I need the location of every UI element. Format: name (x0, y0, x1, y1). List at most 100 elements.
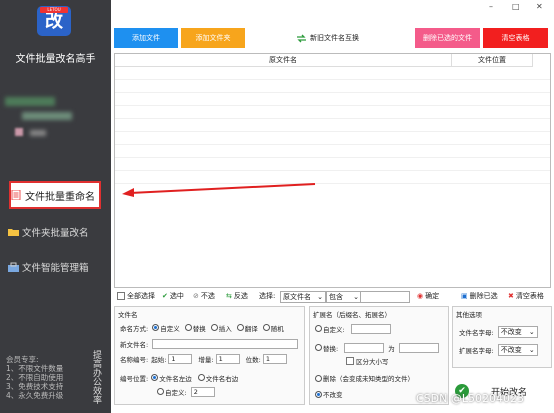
mode-random-radio[interactable]: 随机 (262, 323, 284, 333)
ext-custom-radio[interactable]: 自定义: (315, 324, 345, 334)
invert-label: 反选 (233, 292, 248, 300)
clear-table-button[interactable]: 清空表格 (483, 28, 548, 48)
new-name-input[interactable] (152, 339, 299, 349)
swap-names-label: 新旧文件名互换 (310, 34, 359, 42)
new-name-label: 新文件名: (120, 341, 149, 349)
delete-icon: ▣ (461, 292, 468, 300)
logo-tag: LETOU (40, 7, 68, 13)
blurred-account-info (5, 97, 55, 106)
nav-file-rename-label: 文件批量重命名 (25, 191, 95, 203)
ext-custom-input[interactable] (350, 324, 391, 334)
deselect-button[interactable]: ⊘ 不选 (193, 291, 215, 301)
close-button[interactable]: ✕ (536, 2, 543, 11)
member-item: 1、不限文件数量 (6, 364, 64, 373)
blurred-username (30, 130, 46, 136)
grid-line (115, 144, 550, 145)
extension-panel-title: 扩展名（后缀名、拓展名） (313, 311, 391, 319)
start-label: 起始: (151, 356, 167, 364)
mode-custom-radio[interactable]: 自定义 (152, 323, 180, 333)
selection-toolbar: 全部选择 ✔ 选中 ⊘ 不选 ⇆ 反选 选择: 原文件名 ⌄ 包含 ⌄ ◉ 确定… (114, 290, 554, 304)
swap-names-button[interactable]: 新旧文件名互换 (296, 31, 359, 45)
ext-nochange-label: 不改变 (323, 391, 343, 399)
mode-translate-radio[interactable]: 翻译 (236, 323, 258, 333)
position-right-radio[interactable]: 文件名右边 (197, 373, 238, 383)
filename-panel-title: 文件名 (118, 311, 138, 319)
replace-for-label: 为 (388, 345, 395, 353)
select-all-label: 全部选择 (127, 292, 155, 300)
add-file-button[interactable]: 添加文件 (114, 28, 178, 48)
name-case-label: 文件名字母: (459, 329, 494, 337)
ext-delete-radio[interactable]: 删除（会变成未知类型的文件） (315, 373, 414, 383)
select-button[interactable]: ✔ 选中 (162, 291, 184, 301)
nav-smart-manager-label: 文件智能管理箱 (22, 263, 89, 274)
grid-line (115, 118, 550, 119)
digits-input[interactable]: 1 (262, 354, 287, 364)
clear-table-label: 清空表格 (515, 292, 544, 300)
column-header-file-location[interactable]: 文件位置 (452, 54, 533, 67)
chevron-down-icon: ⌄ (528, 328, 535, 336)
confirm-icon: ◉ (417, 292, 424, 300)
other-options-title: 其他选项 (456, 311, 482, 319)
name-case-dropdown[interactable]: 不改变 ⌄ (497, 326, 538, 338)
add-folder-button[interactable]: 添加文件夹 (181, 28, 245, 48)
extension-panel: 扩展名（后缀名、拓展名） 自定义: 替换: 为 区分大小写 删除（会变成未知类型… (309, 306, 449, 405)
sidebar: 改 LETOU 文件批量改名高手 文件批量重命名 文件夹批量改名 文件智能管理箱… (0, 0, 111, 413)
select-all-checkbox[interactable]: 全部选择 (117, 291, 155, 301)
file-table[interactable]: 原文件名 文件位置 (114, 53, 551, 288)
chevron-down-icon: ⌄ (353, 293, 359, 301)
delete-selected-files-button[interactable]: 删除已选的文件 (415, 28, 480, 48)
step-input[interactable]: 1 (215, 354, 240, 364)
ext-replace-radio[interactable]: 替换: (315, 343, 338, 353)
start-input[interactable]: 1 (168, 354, 193, 364)
select-field-dropdown[interactable]: 原文件名 ⌄ (280, 291, 326, 303)
ext-replace-from-input[interactable] (344, 343, 385, 353)
maximize-button[interactable]: □ (512, 2, 520, 11)
position-label: 编号位置: (120, 375, 149, 383)
annotation-arrow (122, 183, 316, 197)
select-field-value: 原文件名 (283, 293, 311, 301)
nav-file-rename[interactable]: 文件批量重命名 (9, 181, 101, 209)
nav-folder-rename[interactable]: 文件夹批量改名 (8, 221, 103, 243)
filter-keyword-input[interactable] (360, 291, 410, 303)
nav-smart-manager[interactable]: 文件智能管理箱 (8, 256, 103, 278)
toolbox-icon (8, 262, 19, 272)
mode-insert-radio[interactable]: 插入 (210, 323, 232, 333)
chevron-down-icon: ⌄ (528, 346, 535, 354)
position-left-radio[interactable]: 文件名左边 (151, 373, 192, 383)
invert-button[interactable]: ⇆ 反选 (226, 291, 248, 301)
grid-line (115, 105, 550, 106)
minimize-button[interactable]: – (489, 2, 493, 11)
member-title: 会员专享: (6, 355, 39, 364)
filename-panel: 文件名 命名方式: 自定义 替换 插入 翻译 随机 新文件名: 名称编号: 起始… (114, 306, 305, 405)
member-item: 2、不限自助使用 (6, 373, 64, 382)
clear-icon: ✖ (508, 292, 514, 300)
position-custom-input[interactable]: 2 (190, 387, 215, 397)
delete-selected-label: 删除已选 (469, 292, 498, 300)
grid-line (115, 170, 550, 171)
clear-table-toolbar-button[interactable]: ✖ 清空表格 (508, 291, 544, 301)
invert-icon: ⇆ (226, 292, 232, 300)
case-sensitive-label: 区分大小写 (356, 358, 389, 366)
delete-selected-button[interactable]: ▣ 删除已选 (461, 291, 498, 301)
deselect-label: 不选 (200, 292, 215, 300)
position-custom-radio[interactable]: 自定义: (157, 387, 187, 397)
checkbox-box (117, 292, 125, 300)
column-header-original-name[interactable]: 原文件名 (115, 54, 452, 67)
grid-line (115, 79, 550, 80)
step-label: 增量: (198, 356, 214, 364)
nav-folder-rename-label: 文件夹批量改名 (22, 228, 89, 239)
no-icon: ⊘ (193, 292, 199, 300)
mode-replace-radio[interactable]: 替换 (184, 323, 206, 333)
case-sensitive-checkbox[interactable]: 区分大小写 (346, 356, 389, 366)
blurred-account-detail (22, 112, 72, 120)
digits-label: 位数: (245, 356, 261, 364)
match-mode-dropdown[interactable]: 包含 ⌄ (326, 291, 362, 303)
grid-line (115, 92, 550, 93)
ext-replace-to-input[interactable] (398, 343, 439, 353)
ext-case-dropdown[interactable]: 不改变 ⌄ (497, 344, 538, 356)
match-mode-value: 包含 (329, 293, 343, 301)
app-title: 文件批量改名高手 (15, 54, 96, 65)
blurred-avatar (15, 128, 23, 136)
confirm-button[interactable]: ◉ 确定 (417, 291, 439, 301)
ext-nochange-radio[interactable]: 不改变 (315, 389, 343, 399)
